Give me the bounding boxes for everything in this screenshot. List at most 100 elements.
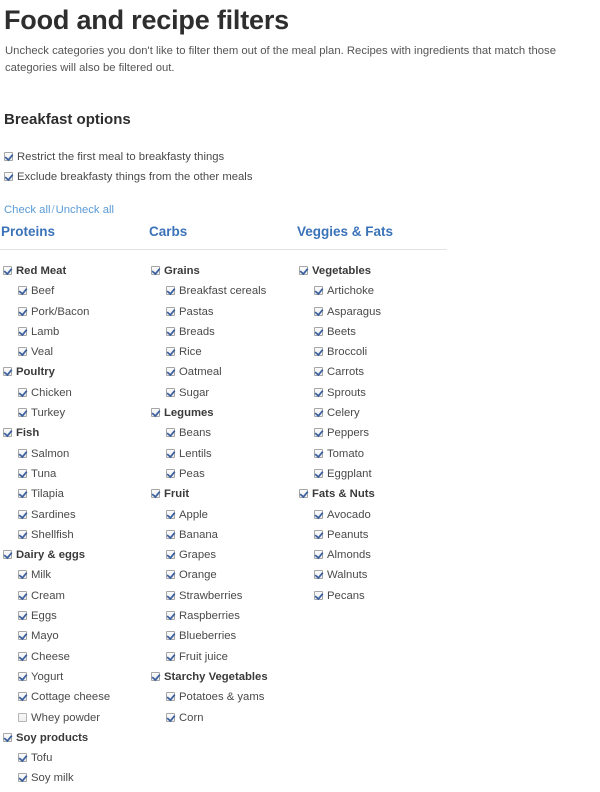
filter-row[interactable]: Poultry xyxy=(3,361,148,381)
filter-row[interactable]: Yogurt xyxy=(3,666,148,686)
checkbox-dairy-and-eggs[interactable] xyxy=(3,550,12,560)
filter-row[interactable]: Blueberries xyxy=(151,625,296,645)
filter-row[interactable]: Potatoes & yams xyxy=(151,686,296,706)
checkbox-celery[interactable] xyxy=(314,408,323,418)
checkbox-grains[interactable] xyxy=(151,266,160,275)
filter-row[interactable]: Soy products xyxy=(3,727,148,747)
checkbox-fruit-juice[interactable] xyxy=(166,651,175,661)
filter-row[interactable]: Artichoke xyxy=(299,280,444,300)
checkbox-tuna[interactable] xyxy=(18,468,27,478)
checkbox-oatmeal[interactable] xyxy=(166,367,175,377)
checkbox-cottage-cheese[interactable] xyxy=(18,692,27,702)
filter-row[interactable]: Vegetables xyxy=(299,260,444,280)
filter-row[interactable]: Avocado xyxy=(299,504,444,524)
checkbox-yogurt[interactable] xyxy=(18,671,27,681)
filter-row[interactable]: Beef xyxy=(3,280,148,300)
checkbox-sardines[interactable] xyxy=(18,509,27,519)
filter-row[interactable]: Breads xyxy=(151,321,296,341)
filter-row[interactable]: Beans xyxy=(151,422,296,442)
checkbox-restrict-the-first-meal-to-breakfasty-things[interactable] xyxy=(4,152,13,161)
filter-row[interactable]: Tuna xyxy=(3,463,148,483)
filter-row[interactable]: Eggplant xyxy=(299,463,444,483)
filter-row[interactable]: Soy milk xyxy=(3,767,148,787)
checkbox-tomato[interactable] xyxy=(314,448,323,458)
filter-row[interactable]: Corn xyxy=(151,707,296,727)
checkbox-fruit[interactable] xyxy=(151,489,160,499)
filter-row[interactable]: Starchy Vegetables xyxy=(151,666,296,686)
filter-row[interactable]: Cream xyxy=(3,585,148,605)
checkbox-asparagus[interactable] xyxy=(314,306,323,316)
checkbox-strawberries[interactable] xyxy=(166,590,175,600)
filter-row[interactable]: Chicken xyxy=(3,382,148,402)
checkbox-breads[interactable] xyxy=(166,326,175,336)
filter-row[interactable]: Fruit xyxy=(151,483,296,503)
filter-row[interactable]: Apple xyxy=(151,504,296,524)
checkbox-red-meat[interactable] xyxy=(3,266,12,275)
checkbox-blueberries[interactable] xyxy=(166,631,175,641)
checkbox-cheese[interactable] xyxy=(18,651,27,661)
checkbox-carrots[interactable] xyxy=(314,367,323,377)
checkbox-sprouts[interactable] xyxy=(314,387,323,397)
filter-row[interactable]: Pork/Bacon xyxy=(3,301,148,321)
filter-row[interactable]: Eggs xyxy=(3,605,148,625)
filter-row[interactable]: Lamb xyxy=(3,321,148,341)
filter-row[interactable]: Sugar xyxy=(151,382,296,402)
checkbox-turkey[interactable] xyxy=(18,408,27,418)
checkbox-lentils[interactable] xyxy=(166,448,175,458)
filter-row[interactable]: Whey powder xyxy=(3,707,148,727)
filter-row[interactable]: Veal xyxy=(3,341,148,361)
filter-row[interactable]: Tofu xyxy=(3,747,148,767)
filter-row[interactable]: Tilapia xyxy=(3,483,148,503)
checkbox-walnuts[interactable] xyxy=(314,570,323,580)
filter-row[interactable]: Walnuts xyxy=(299,564,444,584)
checkbox-banana[interactable] xyxy=(166,529,175,539)
filter-row[interactable]: Fruit juice xyxy=(151,646,296,666)
checkbox-starchy-vegetables[interactable] xyxy=(151,671,160,681)
checkbox-potatoes-and-yams[interactable] xyxy=(166,692,175,702)
checkbox-beef[interactable] xyxy=(18,286,27,296)
filter-row[interactable]: Grains xyxy=(151,260,296,280)
filter-row[interactable]: Orange xyxy=(151,564,296,584)
checkbox-peppers[interactable] xyxy=(314,428,323,438)
checkbox-shellfish[interactable] xyxy=(18,529,27,539)
filter-row[interactable]: Raspberries xyxy=(151,605,296,625)
filter-row[interactable]: Sprouts xyxy=(299,382,444,402)
checkbox-fats-and-nuts[interactable] xyxy=(299,489,308,499)
filter-row[interactable]: Asparagus xyxy=(299,301,444,321)
checkbox-breakfast-cereals[interactable] xyxy=(166,286,175,296)
filter-row[interactable]: Fats & Nuts xyxy=(299,483,444,503)
filter-row[interactable]: Milk xyxy=(3,564,148,584)
checkbox-pecans[interactable] xyxy=(314,590,323,600)
checkbox-veal[interactable] xyxy=(18,347,27,357)
check-all-link[interactable]: Check all xyxy=(4,204,50,216)
checkbox-artichoke[interactable] xyxy=(314,286,323,296)
filter-row[interactable]: Mayo xyxy=(3,625,148,645)
filter-row[interactable]: Restrict the first meal to breakfasty th… xyxy=(4,146,252,166)
checkbox-milk[interactable] xyxy=(18,570,27,580)
checkbox-almonds[interactable] xyxy=(314,550,323,560)
filter-row[interactable]: Shellfish xyxy=(3,524,148,544)
checkbox-fish[interactable] xyxy=(3,428,12,438)
filter-row[interactable]: Broccoli xyxy=(299,341,444,361)
checkbox-tofu[interactable] xyxy=(18,753,27,763)
filter-row[interactable]: Fish xyxy=(3,422,148,442)
checkbox-orange[interactable] xyxy=(166,570,175,580)
filter-row[interactable]: Pastas xyxy=(151,301,296,321)
checkbox-mayo[interactable] xyxy=(18,631,27,641)
checkbox-salmon[interactable] xyxy=(18,448,27,458)
filter-row[interactable]: Cheese xyxy=(3,646,148,666)
checkbox-grapes[interactable] xyxy=(166,550,175,560)
checkbox-rice[interactable] xyxy=(166,347,175,357)
checkbox-peas[interactable] xyxy=(166,468,175,478)
filter-row[interactable]: Oatmeal xyxy=(151,361,296,381)
checkbox-eggs[interactable] xyxy=(18,611,27,621)
checkbox-pork-bacon[interactable] xyxy=(18,306,27,316)
checkbox-soy-milk[interactable] xyxy=(18,773,27,783)
filter-row[interactable]: Beets xyxy=(299,321,444,341)
checkbox-lamb[interactable] xyxy=(18,326,27,336)
checkbox-vegetables[interactable] xyxy=(299,266,308,275)
filter-row[interactable]: Legumes xyxy=(151,402,296,422)
checkbox-tilapia[interactable] xyxy=(18,489,27,499)
filter-row[interactable]: Tomato xyxy=(299,443,444,463)
filter-row[interactable]: Pecans xyxy=(299,585,444,605)
